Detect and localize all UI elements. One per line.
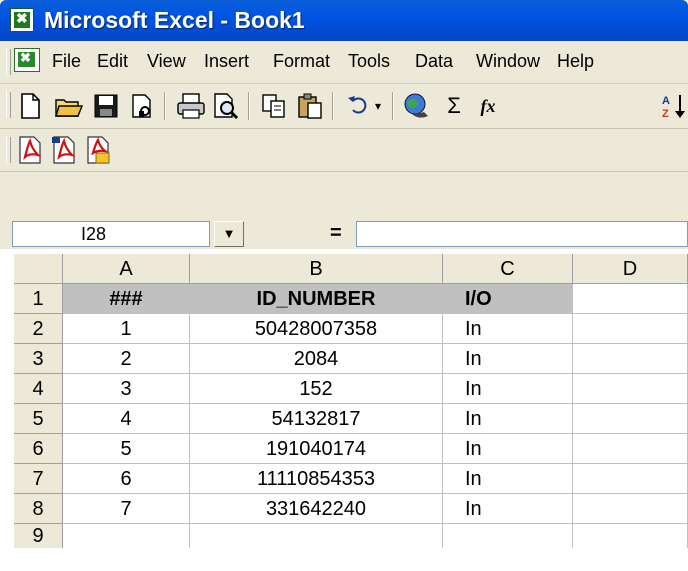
menu-bar: File Edit View Insert Format Tools Data …: [0, 41, 688, 84]
formula-input[interactable]: [356, 221, 688, 247]
column-header-b[interactable]: B: [190, 254, 443, 284]
row-header-8[interactable]: 8: [14, 494, 63, 524]
row-header-7[interactable]: 7: [14, 464, 63, 494]
toolbar-grip[interactable]: [6, 92, 11, 118]
menu-file[interactable]: File: [52, 51, 81, 72]
menu-edit[interactable]: Edit: [97, 51, 128, 72]
table-cell[interactable]: 50428007358: [190, 314, 443, 344]
formula-bar: I28 ▼ =: [0, 217, 688, 249]
menu-help[interactable]: Help: [557, 51, 594, 72]
toolbar-separator: [392, 92, 394, 120]
menu-window[interactable]: Window: [476, 51, 540, 72]
table-cell[interactable]: 5: [63, 434, 190, 464]
table-cell[interactable]: 2: [63, 344, 190, 374]
convert-to-pdf-icon[interactable]: [16, 135, 44, 164]
print-icon[interactable]: [176, 92, 205, 120]
table-cell[interactable]: 7: [63, 494, 190, 524]
table-cell[interactable]: 4: [63, 404, 190, 434]
table-cell[interactable]: [573, 404, 688, 434]
table-cell[interactable]: 54132817: [190, 404, 443, 434]
menu-data[interactable]: Data: [415, 51, 453, 72]
print-preview-icon[interactable]: [212, 92, 240, 120]
row-header-4[interactable]: 4: [14, 374, 63, 404]
column-header-d[interactable]: D: [573, 254, 688, 284]
row-header-6[interactable]: 6: [14, 434, 63, 464]
paste-icon[interactable]: [296, 92, 324, 120]
table-cell[interactable]: In: [443, 314, 573, 344]
convert-to-pdf-review-icon[interactable]: [84, 135, 112, 164]
toolbar-separator: [164, 92, 166, 120]
menu-format[interactable]: Format: [273, 51, 330, 72]
table-cell[interactable]: [573, 314, 688, 344]
sort-ascending-icon[interactable]: AZ: [660, 92, 688, 120]
excel-app-icon[interactable]: [10, 8, 34, 32]
table-cell[interactable]: In: [443, 404, 573, 434]
header-cell-io[interactable]: I/O: [443, 284, 573, 314]
table-cell[interactable]: 2084: [190, 344, 443, 374]
header-cell-id-number[interactable]: ID_NUMBER: [190, 284, 443, 314]
formula-equals-button[interactable]: =: [330, 221, 342, 245]
select-all-corner[interactable]: [14, 254, 63, 284]
workbook-icon[interactable]: [14, 48, 40, 72]
new-document-icon[interactable]: [16, 92, 44, 120]
toolbar-separator: [332, 92, 334, 120]
table-cell[interactable]: In: [443, 434, 573, 464]
menu-grip[interactable]: [6, 49, 11, 75]
table-cell[interactable]: [573, 344, 688, 374]
table-cell[interactable]: In: [443, 464, 573, 494]
table-cell[interactable]: 6: [63, 464, 190, 494]
row-header-2[interactable]: 2: [14, 314, 63, 344]
toolbar-separator: [248, 92, 250, 120]
table-cell[interactable]: In: [443, 374, 573, 404]
table-cell[interactable]: 152: [190, 374, 443, 404]
spreadsheet-grid: A B C D 1 2 3 4 5 6 7 8 9 ### ID_NUMBER …: [14, 254, 688, 571]
svg-text:Z: Z: [662, 108, 669, 120]
header-cell-number[interactable]: ###: [63, 284, 190, 314]
table-cell[interactable]: 331642240: [190, 494, 443, 524]
table-cell[interactable]: [573, 464, 688, 494]
name-box[interactable]: I28: [12, 221, 210, 247]
title-bar[interactable]: Microsoft Excel - Book1: [0, 0, 688, 41]
bottom-margin: [0, 548, 688, 571]
menu-insert[interactable]: Insert: [204, 51, 249, 72]
table-cell[interactable]: 11110854353: [190, 464, 443, 494]
copy-icon[interactable]: [260, 92, 288, 120]
open-folder-icon[interactable]: [54, 92, 84, 120]
autosum-icon[interactable]: Σ: [440, 92, 468, 120]
table-cell[interactable]: [573, 434, 688, 464]
toolbar-grip[interactable]: [6, 137, 11, 163]
table-cell[interactable]: [573, 284, 688, 314]
function-icon[interactable]: fx: [474, 92, 502, 120]
name-box-dropdown-button[interactable]: ▼: [214, 221, 244, 247]
window-title: Microsoft Excel - Book1: [44, 7, 305, 33]
menu-view[interactable]: View: [147, 51, 186, 72]
pdf-toolbar: [0, 129, 688, 172]
convert-to-pdf-attach-icon[interactable]: [50, 135, 78, 164]
table-cell[interactable]: [573, 494, 688, 524]
table-cell[interactable]: 3: [63, 374, 190, 404]
svg-text:A: A: [662, 95, 670, 107]
table-cell[interactable]: 191040174: [190, 434, 443, 464]
table-cell[interactable]: 1: [63, 314, 190, 344]
table-cell[interactable]: In: [443, 494, 573, 524]
row-header-3[interactable]: 3: [14, 344, 63, 374]
row-header-1[interactable]: 1: [14, 284, 63, 314]
table-cell[interactable]: In: [443, 344, 573, 374]
undo-dropdown-icon[interactable]: ▾: [370, 92, 386, 120]
column-header-a[interactable]: A: [63, 254, 190, 284]
web-globe-icon[interactable]: [402, 92, 430, 120]
save-icon[interactable]: [92, 92, 120, 120]
column-header-c[interactable]: C: [443, 254, 573, 284]
row-header-5[interactable]: 5: [14, 404, 63, 434]
table-cell[interactable]: [573, 374, 688, 404]
permission-icon[interactable]: [128, 92, 156, 120]
toolbar-dock: [0, 172, 688, 217]
undo-icon[interactable]: [344, 92, 372, 120]
menu-tools[interactable]: Tools: [348, 51, 390, 72]
standard-toolbar: ▾ Σ fx AZ: [0, 84, 688, 129]
